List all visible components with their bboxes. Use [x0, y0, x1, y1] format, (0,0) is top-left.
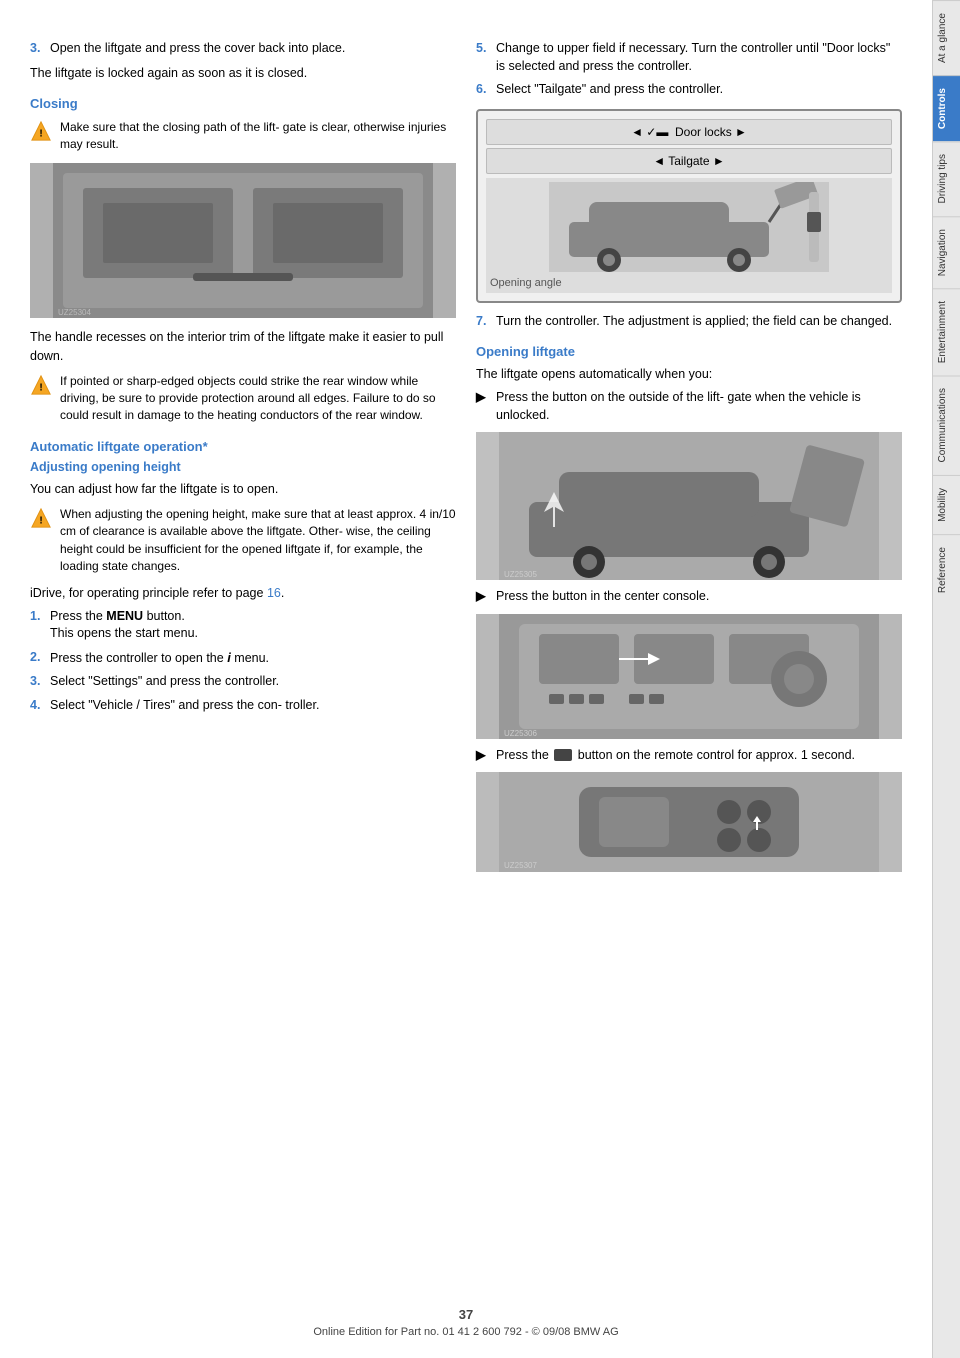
bullet2-list: ▶ Press the button in the center console…	[476, 588, 902, 606]
step6-item: 6. Select "Tailgate" and press the contr…	[476, 81, 902, 99]
liftgate-open-image: UZ25305	[476, 432, 902, 580]
opening-angle-label: Opening angle	[490, 277, 888, 289]
adj-warning-text: When adjusting the opening height, make …	[60, 506, 456, 576]
step7-num: 7.	[476, 313, 492, 331]
sidebar-tab-driving-tips[interactable]: Driving tips	[933, 141, 960, 215]
closing-warning-box: ! Make sure that the closing path of the…	[30, 119, 456, 154]
interior-liftgate-image: UZ25304	[30, 163, 456, 318]
main-content: 3. Open the liftgate and press the cover…	[0, 0, 932, 1358]
ui-tailgate-label: ◄ Tailgate ►	[653, 154, 725, 168]
info-i-icon: i	[227, 650, 231, 665]
car-silhouette-svg	[490, 182, 888, 272]
warning-triangle-icon: !	[30, 120, 52, 142]
step4-text: Select "Vehicle / Tires" and press the c…	[50, 697, 319, 715]
step1-num: 1.	[30, 608, 46, 643]
bullet1-text: Press the button on the outside of the l…	[496, 389, 902, 424]
arrow-3: ▶	[476, 747, 490, 765]
step6-list: 6. Select "Tailgate" and press the contr…	[476, 81, 902, 99]
page-footer: 37 Online Edition for Part no. 01 41 2 6…	[0, 1307, 932, 1338]
step3-text: Open the liftgate and press the cover ba…	[50, 40, 345, 58]
bullet2-item: ▶ Press the button in the center console…	[476, 588, 902, 606]
center-console-image: UZ25306	[476, 614, 902, 739]
interior-caption: The handle recesses on the interior trim…	[30, 328, 456, 364]
sidebar-tab-navigation[interactable]: Navigation	[933, 216, 960, 288]
svg-text:UZ25305: UZ25305	[504, 570, 537, 579]
sidebar-tab-entertainment[interactable]: Entertainment	[933, 288, 960, 375]
sidebar-tab-communications[interactable]: Communications	[933, 375, 960, 474]
two-col-layout: 3. Open the liftgate and press the cover…	[30, 40, 902, 880]
bullet3-text: Press the button on the remote control f…	[496, 747, 855, 765]
warning-triangle-icon-2: !	[30, 374, 52, 396]
bullet3-list: ▶ Press the button on the remote control…	[476, 747, 902, 765]
step6-text: Select "Tailgate" and press the controll…	[496, 81, 723, 99]
closing-warning-text: Make sure that the closing path of the l…	[60, 119, 456, 154]
bullet1-item: ▶ Press the button on the outside of the…	[476, 389, 902, 424]
sidebar-tab-reference[interactable]: Reference	[933, 534, 960, 605]
ui-screen: ◄ ✓▬ Door locks ► ◄ Tailgate ►	[476, 109, 902, 303]
arrow-2: ▶	[476, 588, 490, 606]
step7-list: 7. Turn the controller. The adjustment i…	[476, 313, 902, 331]
step3-list-item: 3. Open the liftgate and press the cover…	[30, 40, 456, 58]
opening-intro: The liftgate opens automatically when yo…	[476, 365, 902, 383]
step3b-num: 3.	[30, 673, 46, 691]
opening-liftgate-heading: Opening liftgate	[476, 344, 902, 359]
step5-list: 5. Change to upper field if necessary. T…	[476, 40, 902, 75]
step4-num: 4.	[30, 697, 46, 715]
svg-text:!: !	[39, 382, 42, 393]
svg-text:UZ25304: UZ25304	[58, 308, 91, 317]
adj-warning-box: ! When adjusting the opening height, mak…	[30, 506, 456, 576]
warning-triangle-icon-3: !	[30, 507, 52, 529]
ui-row-doorlocks: ◄ ✓▬ Door locks ►	[486, 119, 892, 145]
step1-text: Press the MENU button.This opens the sta…	[50, 608, 198, 643]
idrive-ref: iDrive, for operating principle refer to…	[30, 584, 456, 602]
page-number: 37	[0, 1307, 932, 1322]
svg-text:UZ25306: UZ25306	[504, 729, 537, 738]
step2-item: 2. Press the controller to open the i me…	[30, 649, 456, 668]
svg-text:UZ25307: UZ25307	[504, 861, 537, 870]
step5-num: 5.	[476, 40, 492, 75]
remote-control-icon	[554, 749, 572, 761]
adj-height-intro: You can adjust how far the liftgate is t…	[30, 480, 456, 498]
ui-opening-angle-area: Opening angle	[486, 178, 892, 293]
step6-num: 6.	[476, 81, 492, 99]
step3b-text: Select "Settings" and press the controll…	[50, 673, 279, 691]
objects-warning-box: ! If pointed or sharp-edged objects coul…	[30, 373, 456, 425]
step2-text: Press the controller to open the i menu.	[50, 649, 269, 668]
arrow-1: ▶	[476, 389, 490, 424]
menu-bold: MENU	[106, 609, 143, 623]
step5-text: Change to upper field if necessary. Turn…	[496, 40, 902, 75]
remote-control-image: UZ25307	[476, 772, 902, 872]
step2-num: 2.	[30, 649, 46, 668]
closing-heading: Closing	[30, 96, 456, 111]
step5-item: 5. Change to upper field if necessary. T…	[476, 40, 902, 75]
step7-text: Turn the controller. The adjustment is a…	[496, 313, 892, 331]
step3b-item: 3. Select "Settings" and press the contr…	[30, 673, 456, 691]
step7-item: 7. Turn the controller. The adjustment i…	[476, 313, 902, 331]
step1-item: 1. Press the MENU button.This opens the …	[30, 608, 456, 643]
idrive-page-link[interactable]: 16	[267, 586, 281, 600]
step3-number: 3.	[30, 40, 46, 58]
bullet2-text: Press the button in the center console.	[496, 588, 709, 606]
ui-row-tailgate: ◄ Tailgate ►	[486, 148, 892, 174]
svg-text:!: !	[39, 128, 42, 139]
sidebar-tab-at-a-glance[interactable]: At a glance	[933, 0, 960, 75]
objects-warning-text: If pointed or sharp-edged objects could …	[60, 373, 456, 425]
sidebar-tab-controls[interactable]: Controls	[933, 75, 960, 141]
adj-height-heading: Adjusting opening height	[30, 460, 456, 474]
footer-text: Online Edition for Part no. 01 41 2 600 …	[313, 1326, 618, 1338]
sidebar-tab-mobility[interactable]: Mobility	[933, 475, 960, 534]
step3-item: 3. Open the liftgate and press the cover…	[30, 40, 456, 58]
sidebar: At a glance Controls Driving tips Naviga…	[932, 0, 960, 1358]
left-column: 3. Open the liftgate and press the cover…	[30, 40, 456, 880]
auto-liftgate-heading: Automatic liftgate operation*	[30, 439, 456, 454]
ui-screen-left: ◄ ✓▬ Door locks ► ◄ Tailgate ►	[486, 119, 892, 293]
steps-list: 1. Press the MENU button.This opens the …	[30, 608, 456, 715]
right-column: 5. Change to upper field if necessary. T…	[476, 40, 902, 880]
ui-doorlocks-label: ◄ ✓▬ Door locks ►	[631, 125, 747, 139]
step3-note: The liftgate is locked again as soon as …	[30, 64, 456, 82]
opening-bullets: ▶ Press the button on the outside of the…	[476, 389, 902, 424]
svg-text:!: !	[39, 515, 42, 526]
step4-item: 4. Select "Vehicle / Tires" and press th…	[30, 697, 456, 715]
bullet3-item: ▶ Press the button on the remote control…	[476, 747, 902, 765]
